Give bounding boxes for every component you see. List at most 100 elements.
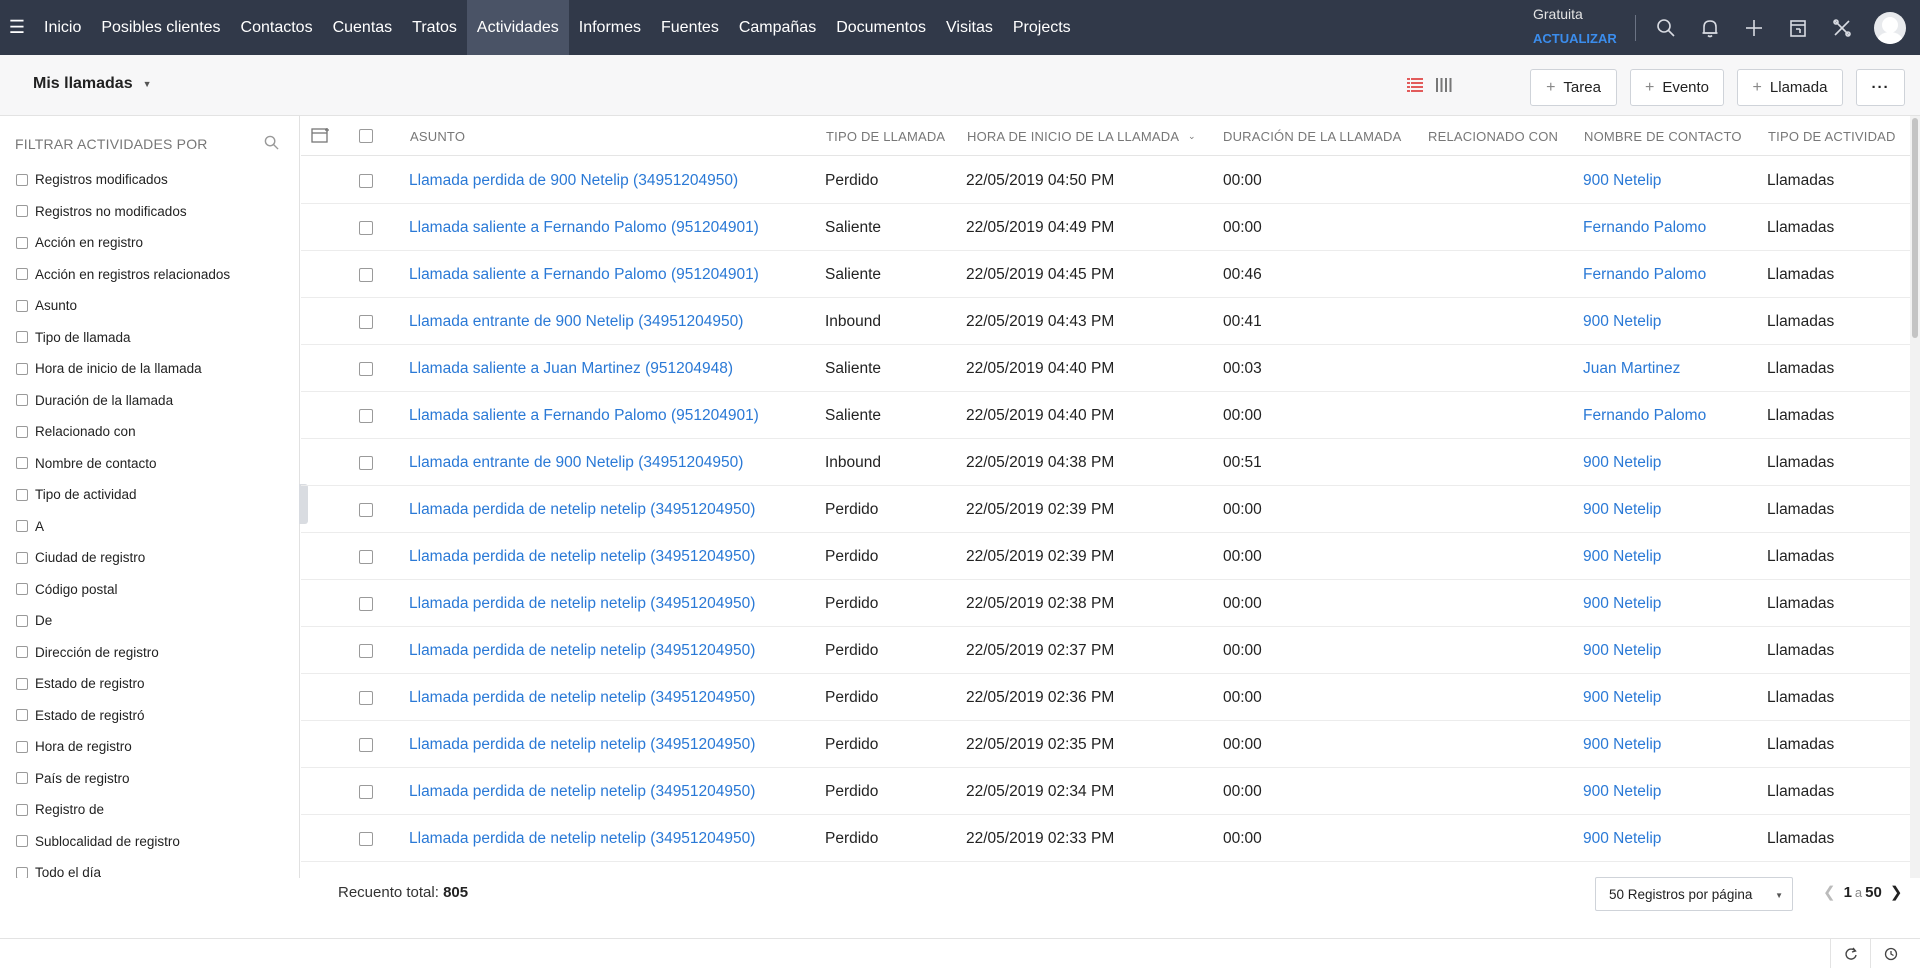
contact-link[interactable]: 900 Netelip [1583,689,1661,707]
table-row[interactable]: Llamada perdida de netelip netelip (3495… [301,674,1910,721]
filter-checkbox[interactable] [16,299,28,312]
view-selector[interactable]: Mis llamadas ▼ [33,75,152,93]
filter-checkbox[interactable] [16,205,28,218]
table-row[interactable]: Llamada perdida de netelip netelip (3495… [301,768,1910,815]
subject-link[interactable]: Llamada saliente a Fernando Palomo (9512… [409,266,759,284]
table-row[interactable]: Llamada perdida de netelip netelip (3495… [301,815,1910,862]
table-row[interactable]: Llamada perdida de netelip netelip (3495… [301,627,1910,674]
filter-checkbox[interactable] [16,677,28,690]
filter-item[interactable]: Tipo de llamada [16,322,230,354]
filter-item[interactable]: De [16,605,230,637]
subject-link[interactable]: Llamada perdida de netelip netelip (3495… [409,642,755,660]
filter-checkbox[interactable] [16,646,28,659]
filter-item[interactable]: Hora de inicio de la llamada [16,353,230,385]
filter-checkbox[interactable] [16,583,28,596]
row-checkbox[interactable] [359,597,373,611]
row-checkbox[interactable] [359,409,373,423]
row-checkbox[interactable] [359,174,373,188]
row-checkbox[interactable] [359,456,373,470]
next-page-icon[interactable]: ❯ [1890,883,1903,901]
table-row[interactable]: Llamada perdida de netelip netelip (3495… [301,580,1910,627]
list-view-icon[interactable] [1404,74,1426,96]
filter-item[interactable]: Estado de registro [16,668,230,700]
nav-tab-inicio[interactable]: Inicio [34,0,91,55]
filter-item[interactable]: Ciudad de registro [16,542,230,574]
search-icon[interactable] [1644,0,1688,55]
filter-item[interactable]: Sublocalidad de registro [16,826,230,858]
row-checkbox[interactable] [359,644,373,658]
contact-link[interactable]: Fernando Palomo [1583,266,1706,284]
subject-link[interactable]: Llamada perdida de netelip netelip (3495… [409,501,755,519]
table-row[interactable]: Llamada saliente a Juan Martinez (951204… [301,345,1910,392]
filter-item[interactable]: Acción en registro [16,227,230,259]
previous-page-icon[interactable]: ❮ [1823,883,1836,901]
subject-link[interactable]: Llamada saliente a Juan Martinez (951204… [409,360,733,378]
filter-checkbox[interactable] [16,488,28,501]
nav-tab-actividades[interactable]: Actividades [466,0,569,55]
filter-item[interactable]: Código postal [16,574,230,606]
nav-tab-documentos[interactable]: Documentos [826,0,936,55]
contact-link[interactable]: Juan Martinez [1583,360,1680,378]
subject-link[interactable]: Llamada perdida de netelip netelip (3495… [409,548,755,566]
filter-checkbox[interactable] [16,803,28,816]
plus-icon[interactable] [1732,0,1776,55]
filter-checkbox[interactable] [16,709,28,722]
row-checkbox[interactable] [359,315,373,329]
filter-checkbox[interactable] [16,614,28,627]
filter-item[interactable]: Estado de registró [16,700,230,732]
filter-item[interactable]: Todo el día [16,857,230,878]
column-call-start[interactable]: HORA DE INICIO DE LA LLAMADA [967,129,1179,144]
subject-link[interactable]: Llamada perdida de 900 Netelip (34951204… [409,172,738,190]
menu-icon[interactable]: ☰ [0,0,34,55]
subject-link[interactable]: Llamada entrante de 900 Netelip (3495120… [409,454,743,472]
bell-icon[interactable] [1688,0,1732,55]
table-row[interactable]: Llamada saliente a Fernando Palomo (9512… [301,392,1910,439]
avatar[interactable] [1874,11,1906,44]
contact-link[interactable]: 900 Netelip [1583,642,1661,660]
scrollbar-thumb[interactable] [1912,118,1918,338]
more-options-button[interactable]: ··· [1856,69,1905,106]
filter-checkbox[interactable] [16,740,28,753]
column-contact-name[interactable]: NOMBRE DE CONTACTO [1584,129,1742,144]
contact-link[interactable]: 900 Netelip [1583,783,1661,801]
table-row[interactable]: Llamada perdida de 900 Netelip (34951204… [301,157,1910,204]
refresh-icon[interactable] [1830,939,1870,968]
filter-item[interactable]: Duración de la llamada [16,385,230,417]
table-row[interactable]: Llamada perdida de netelip netelip (3495… [301,533,1910,580]
row-checkbox[interactable] [359,221,373,235]
contact-link[interactable]: 900 Netelip [1583,313,1661,331]
select-all-checkbox[interactable] [359,129,373,143]
filter-item[interactable]: Registros modificados [16,164,230,196]
new-task-button[interactable]: + Tarea [1530,69,1617,106]
filter-checkbox[interactable] [16,268,28,281]
filter-checkbox[interactable] [16,772,28,785]
row-checkbox[interactable] [359,691,373,705]
calendar-icon[interactable] [1776,0,1820,55]
subject-link[interactable]: Llamada perdida de netelip netelip (3495… [409,783,755,801]
contact-link[interactable]: 900 Netelip [1583,595,1661,613]
filter-checkbox[interactable] [16,362,28,375]
filter-checkbox[interactable] [16,835,28,848]
filter-item[interactable]: Nombre de contacto [16,448,230,480]
subject-link[interactable]: Llamada saliente a Fernando Palomo (9512… [409,407,759,425]
subject-link[interactable]: Llamada perdida de netelip netelip (3495… [409,689,755,707]
row-checkbox[interactable] [359,738,373,752]
filter-checkbox[interactable] [16,551,28,564]
subject-link[interactable]: Llamada perdida de netelip netelip (3495… [409,830,755,848]
filter-item[interactable]: Registro de [16,794,230,826]
row-checkbox[interactable] [359,832,373,846]
filter-checkbox[interactable] [16,866,28,878]
row-checkbox[interactable] [359,550,373,564]
subject-link[interactable]: Llamada perdida de netelip netelip (3495… [409,595,755,613]
filter-item[interactable]: Hora de registro [16,731,230,763]
sort-chevron-icon[interactable]: ⌄ [1188,131,1196,142]
vertical-scrollbar[interactable] [1910,116,1920,878]
table-row[interactable]: Llamada entrante de 900 Netelip (3495120… [301,298,1910,345]
filter-item[interactable]: Registros no modificados [16,196,230,228]
filter-item[interactable]: Tipo de actividad [16,479,230,511]
contact-link[interactable]: 900 Netelip [1583,172,1661,190]
subject-link[interactable]: Llamada saliente a Fernando Palomo (9512… [409,219,759,237]
tools-icon[interactable] [1820,0,1864,55]
nav-tab-tratos[interactable]: Tratos [402,0,467,55]
filter-checkbox[interactable] [16,457,28,470]
